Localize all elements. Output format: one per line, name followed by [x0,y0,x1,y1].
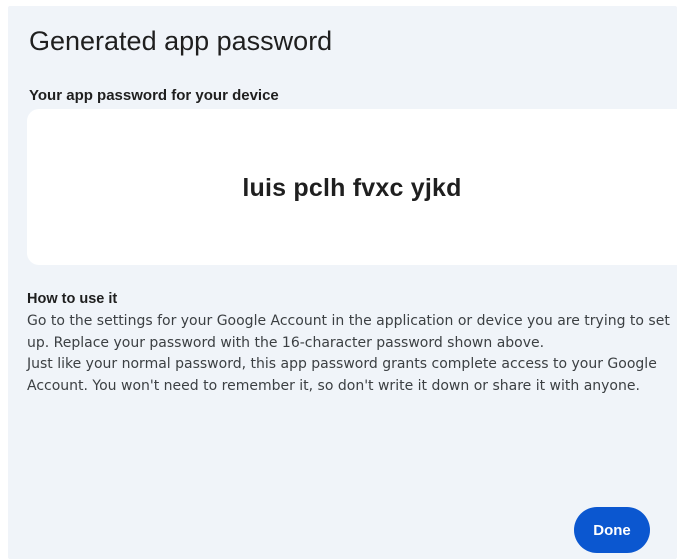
dialog-title: Generated app password [29,26,333,56]
app-password-dialog: Generated app password Your app password… [8,6,677,559]
done-button[interactable]: Done [574,507,650,553]
password-subtitle: Your app password for your device [29,87,279,104]
security-warning-paragraph: Just like your normal password, this app… [27,356,657,394]
how-to-use-instructions: Go to the settings for your Google Accou… [27,311,672,397]
instructions-paragraph: Go to the settings for your Google Accou… [27,313,670,351]
password-card: luis pclh fvxc yjkd [27,109,677,265]
how-to-use-heading: How to use it [27,291,118,307]
app-password-text[interactable]: luis pclh fvxc yjkd [242,174,461,203]
